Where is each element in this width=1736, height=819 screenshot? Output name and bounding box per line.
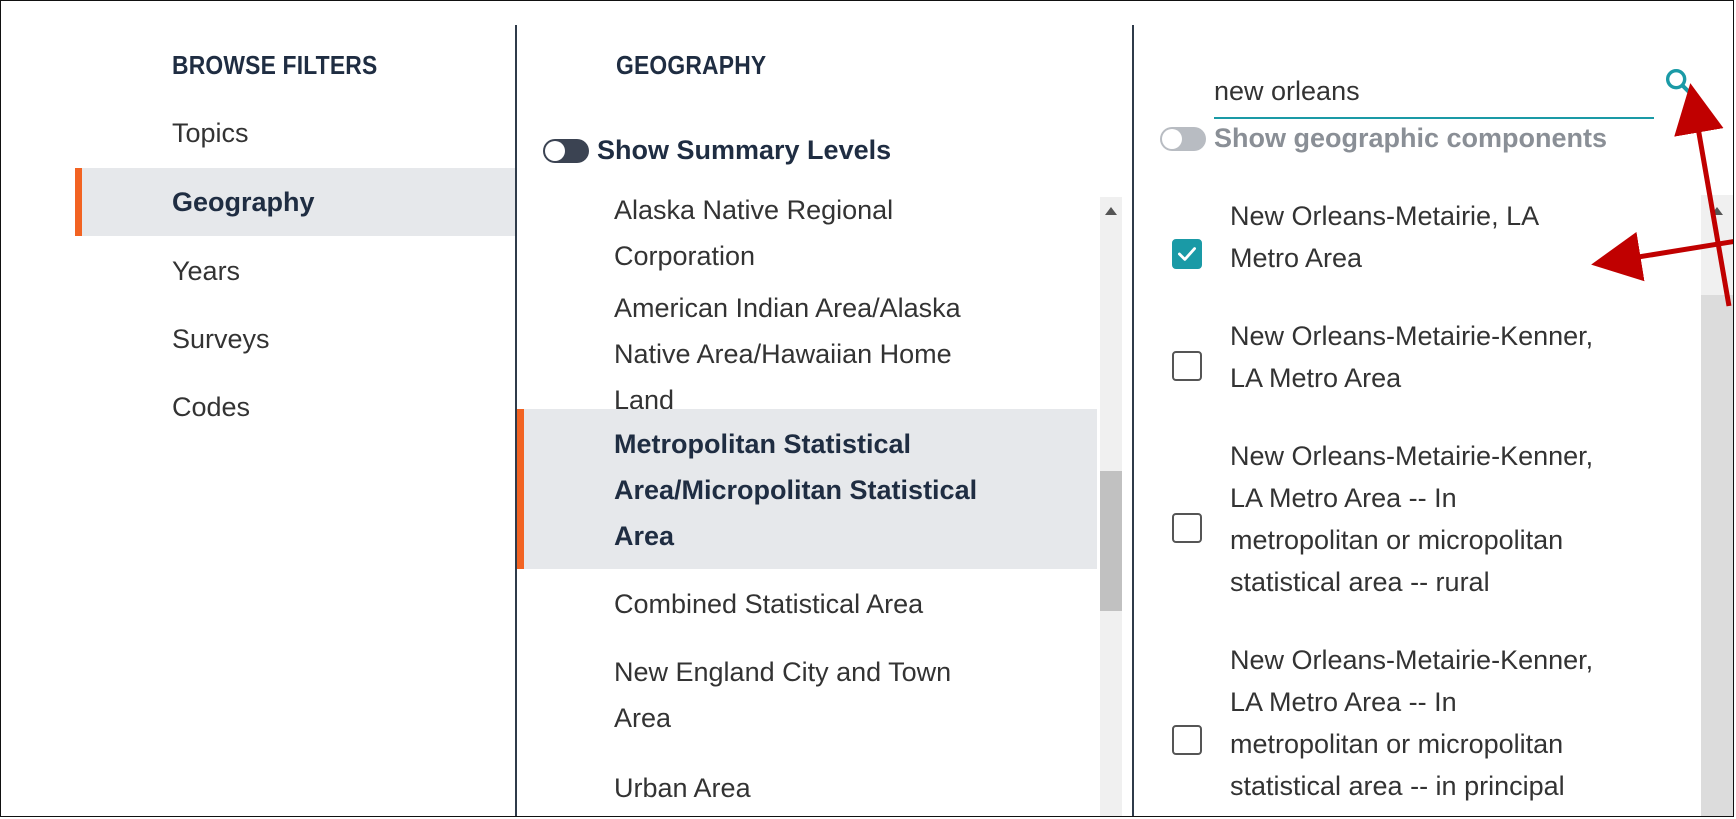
scroll-up-icon[interactable]	[1105, 207, 1117, 215]
list-item[interactable]: New England City and Town Area	[517, 649, 1097, 741]
checkbox-checked[interactable]	[1172, 239, 1202, 269]
geography-panel: GEOGRAPHY Show Summary Levels Alaska Nat…	[515, 25, 1134, 816]
scroll-thumb[interactable]	[1100, 471, 1122, 611]
search-input[interactable]	[1214, 71, 1654, 119]
browse-filters-panel: BROWSE FILTERS Topics Geography Years Su…	[1, 1, 515, 816]
summary-levels-toggle[interactable]: Show Summary Levels	[543, 135, 891, 166]
result-label: New Orleans-Metairie, LA Metro Area	[1230, 201, 1540, 273]
toggle-track[interactable]	[1160, 126, 1206, 151]
scroll-up-icon[interactable]	[1711, 207, 1723, 215]
list-item[interactable]: Alaska Native Regional Corporation	[517, 195, 1097, 279]
summary-level-list: Alaska Native Regional Corporation Ameri…	[517, 195, 1097, 816]
list-item[interactable]: Combined Statistical Area	[517, 581, 1097, 627]
nav-item-surveys[interactable]: Surveys	[75, 305, 515, 373]
search-icon[interactable]	[1662, 65, 1696, 99]
nav-item-topics[interactable]: Topics	[75, 99, 515, 167]
list-item-active[interactable]: Metropolitan Statistical Area/Micropolit…	[517, 409, 1097, 569]
result-label: New Orleans-Metairie-Kenner, LA Metro Ar…	[1230, 321, 1594, 393]
checkbox[interactable]	[1172, 351, 1202, 381]
checkbox[interactable]	[1172, 513, 1202, 543]
result-label: New Orleans-Metairie-Kenner, LA Metro Ar…	[1230, 441, 1594, 597]
summary-levels-label: Show Summary Levels	[597, 135, 892, 165]
geographic-components-label: Show geographic components	[1214, 123, 1608, 153]
scroll-thumb[interactable]	[1701, 295, 1733, 816]
toggle-knob	[1162, 128, 1182, 149]
screenshot-frame: BROWSE FILTERS Topics Geography Years Su…	[0, 0, 1734, 817]
list-item[interactable]: Urban Area	[517, 765, 1097, 811]
checkbox[interactable]	[1172, 725, 1202, 755]
check-icon	[1178, 247, 1196, 261]
nav-item-geography[interactable]: Geography	[75, 168, 515, 236]
right-scrollbar[interactable]	[1701, 195, 1733, 816]
nav-item-codes[interactable]: Codes	[75, 373, 515, 441]
geographic-components-toggle[interactable]: Show geographic components	[1160, 123, 1607, 154]
middle-scrollbar[interactable]	[1100, 197, 1122, 816]
result-label: New Orleans-Metairie-Kenner, LA Metro Ar…	[1230, 645, 1594, 816]
geography-heading: GEOGRAPHY	[616, 50, 767, 80]
browse-filters-heading: BROWSE FILTERS	[172, 50, 378, 80]
toggle-knob	[545, 140, 565, 161]
nav-item-years[interactable]: Years	[75, 237, 515, 305]
list-item[interactable]: American Indian Area/Alaska Native Area/…	[517, 285, 1097, 423]
toggle-track[interactable]	[543, 138, 589, 163]
search-results-panel: Show geographic components New Orleans-M…	[1132, 25, 1733, 816]
